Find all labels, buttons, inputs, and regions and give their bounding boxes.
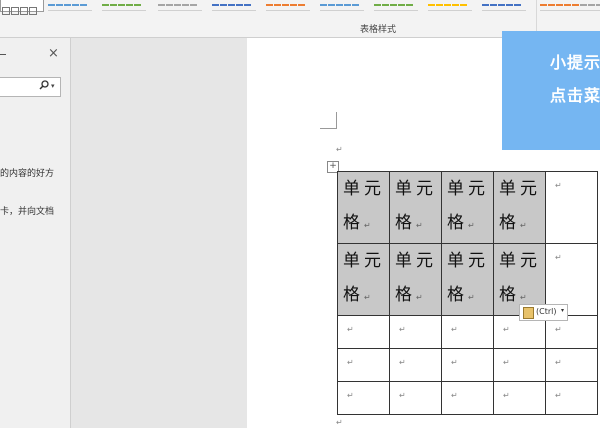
paragraph-mark: ↵ <box>555 253 562 262</box>
table-row: ↵ ↵ ↵ ↵ ↵ <box>337 381 598 415</box>
table-cell[interactable]: ↵ <box>441 381 494 415</box>
table-style-swatch[interactable] <box>158 0 202 11</box>
table-style-swatch[interactable] <box>540 0 584 11</box>
table-style-swatch[interactable] <box>266 0 310 11</box>
table-cell[interactable]: 单元格↵ <box>441 243 494 316</box>
table-cell[interactable]: ↵ <box>389 348 442 382</box>
chevron-down-icon[interactable]: ▾ <box>51 82 55 90</box>
paragraph-mark: ↵ <box>451 358 458 367</box>
chevron-down-icon: ▾ <box>561 307 565 314</box>
paragraph-mark: ↵ <box>399 325 406 334</box>
paragraph-mark: ↵ <box>347 391 354 400</box>
pane-help-text-2: 卡，并向文档 <box>0 207 55 217</box>
margin-corner-mark <box>320 112 337 129</box>
table-cell[interactable]: ↵ <box>493 348 546 382</box>
search-icon[interactable] <box>39 80 49 90</box>
paste-options-label: (Ctrl) <box>536 307 557 316</box>
paragraph-mark: ↵ <box>520 221 527 230</box>
pane-search-box[interactable]: ▾ <box>0 77 61 97</box>
paragraph-mark: ↵ <box>451 325 458 334</box>
table-cell[interactable]: ↵ <box>337 315 390 349</box>
clipboard-icon <box>523 307 534 319</box>
paragraph-mark: ↵ <box>364 293 371 302</box>
table-style-swatch[interactable] <box>320 0 364 11</box>
table-cell[interactable]: ↵ <box>389 315 442 349</box>
paragraph-mark: ↵ <box>503 325 510 334</box>
pane-help-text-1: 的内容的好方 <box>0 169 55 179</box>
paragraph-mark: ↵ <box>503 358 510 367</box>
document-background <box>71 38 247 428</box>
paragraph-mark: ↵ <box>555 181 562 190</box>
table-cell[interactable]: 单元格↵ <box>389 171 442 244</box>
paragraph-mark: ↵ <box>336 418 343 427</box>
table-cell[interactable]: ↵ <box>545 348 598 382</box>
ribbon-group-label: 表格样式 <box>360 25 397 35</box>
table-cell[interactable]: ↵ <box>441 348 494 382</box>
table-style-swatch[interactable] <box>482 0 526 11</box>
paragraph-mark: ↵ <box>555 391 562 400</box>
table-cell[interactable]: ↵ <box>493 381 546 415</box>
table-cell[interactable]: ↵ <box>441 315 494 349</box>
table-cell[interactable]: ↵ <box>545 381 598 415</box>
document-table[interactable]: 单元格↵ 单元格↵ 单元格↵ 单元格↵ ↵ 单元格↵ 单元格↵ 单元格↵ 单元格… <box>337 171 598 415</box>
table-row: ↵ ↵ ↵ ↵ ↵ <box>337 348 598 382</box>
tip-overlay: 小提示 点击菜 <box>502 31 600 150</box>
paragraph-mark: ↵ <box>520 293 527 302</box>
table-cell[interactable]: 单元格↵ <box>337 171 390 244</box>
table-cell[interactable]: 单元格↵ <box>389 243 442 316</box>
table-style-swatch[interactable] <box>102 0 146 11</box>
paragraph-mark: ↵ <box>364 221 371 230</box>
paragraph-mark: ↵ <box>416 293 423 302</box>
paragraph-mark: ↵ <box>555 325 562 334</box>
table-style-swatch[interactable] <box>374 0 418 11</box>
tip-line-2: 点击菜 <box>550 86 600 105</box>
paste-options-button[interactable]: (Ctrl) ▾ <box>519 304 568 321</box>
paragraph-mark: ↵ <box>347 358 354 367</box>
table-style-gallery <box>0 0 600 14</box>
table-cell[interactable]: 单元格↵ <box>493 171 546 244</box>
table-cell[interactable]: 单元格↵ <box>337 243 390 316</box>
table-style-swatch[interactable] <box>48 0 92 11</box>
paragraph-mark: ↵ <box>555 358 562 367</box>
tip-line-1: 小提示 <box>550 53 600 72</box>
paragraph-mark: ↵ <box>503 391 510 400</box>
table-cell[interactable]: ↵ <box>545 171 598 244</box>
pane-options-dash[interactable] <box>0 54 6 55</box>
table-cell[interactable]: 单元格↵ <box>441 171 494 244</box>
paragraph-mark: ↵ <box>451 391 458 400</box>
paragraph-mark: ↵ <box>399 391 406 400</box>
navigation-pane: × ▾ 的内容的好方 卡，并向文档 <box>0 38 71 428</box>
paragraph-mark: ↵ <box>347 325 354 334</box>
paragraph-mark: ↵ <box>416 221 423 230</box>
paragraph-mark: ↵ <box>399 358 406 367</box>
table-cell[interactable]: ↵ <box>389 381 442 415</box>
table-style-swatch[interactable] <box>580 0 600 11</box>
table-cell[interactable]: ↵ <box>337 381 390 415</box>
paragraph-mark: ↵ <box>468 293 475 302</box>
table-style-swatch[interactable] <box>212 0 256 11</box>
table-row: 单元格↵ 单元格↵ 单元格↵ 单元格↵ ↵ <box>337 171 598 244</box>
paragraph-mark: ↵ <box>468 221 475 230</box>
pane-close-icon[interactable]: × <box>48 46 59 61</box>
table-style-swatch[interactable] <box>428 0 472 11</box>
table-cell[interactable]: ↵ <box>337 348 390 382</box>
paragraph-mark: ↵ <box>336 145 343 154</box>
